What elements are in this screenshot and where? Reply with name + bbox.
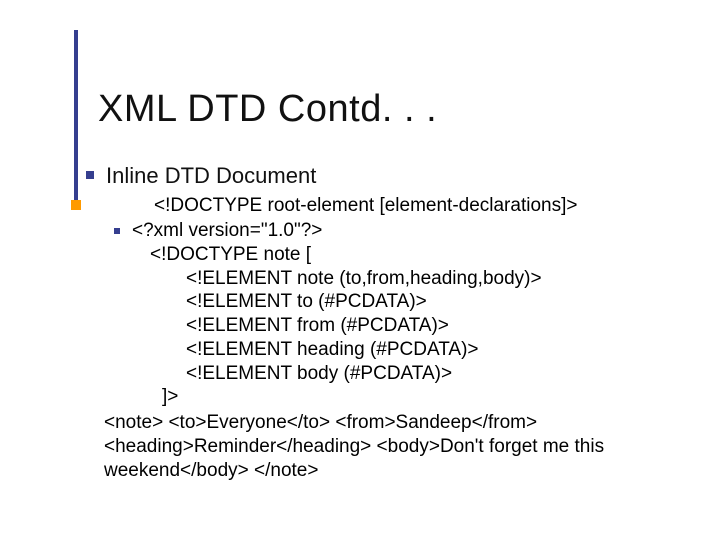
xml-example: <note> <to>Everyone</to> <from>Sandeep</… <box>104 411 684 482</box>
code-line: ]> <box>162 385 542 409</box>
code-line: <?xml version="1.0"?> <box>132 219 542 243</box>
square-bullet-icon <box>114 228 120 234</box>
code-block: <?xml version="1.0"?> <!DOCTYPE note [ <… <box>132 219 542 409</box>
bullet-level2: <?xml version="1.0"?> <!DOCTYPE note [ <… <box>114 219 686 409</box>
accent-bar <box>74 30 78 200</box>
slide: XML DTD Contd. . . Inline DTD Document <… <box>0 0 720 540</box>
bullet-level1: Inline DTD Document <box>86 163 686 189</box>
code-line: <!ELEMENT from (#PCDATA)> <box>186 314 542 338</box>
bullet-level1-text: Inline DTD Document <box>106 163 316 189</box>
square-bullet-icon <box>86 171 94 179</box>
dtd-syntax-line: <!DOCTYPE root-element [element-declarat… <box>154 195 686 217</box>
code-line: <!ELEMENT to (#PCDATA)> <box>186 290 542 314</box>
code-line: <!DOCTYPE note [ <box>150 243 542 267</box>
code-line: <!ELEMENT heading (#PCDATA)> <box>186 338 542 362</box>
accent-square <box>71 200 81 210</box>
code-line: <!ELEMENT note (to,from,heading,body)> <box>186 267 542 291</box>
code-line: <!ELEMENT body (#PCDATA)> <box>186 362 542 386</box>
slide-title: XML DTD Contd. . . <box>98 88 437 131</box>
slide-body: Inline DTD Document <!DOCTYPE root-eleme… <box>86 163 686 482</box>
